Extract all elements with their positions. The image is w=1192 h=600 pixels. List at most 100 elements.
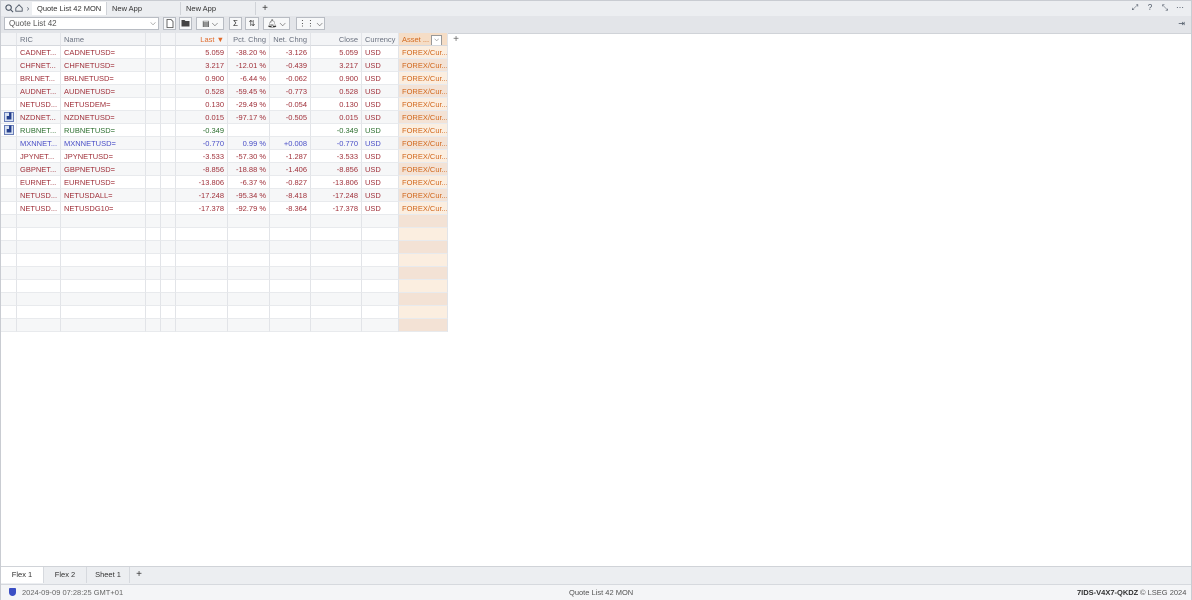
net-chng-cell[interactable]: -0.439 (270, 59, 311, 72)
ric-cell[interactable]: NETUSD... (17, 98, 61, 111)
close-cell[interactable]: 0.900 (311, 72, 362, 85)
header-currency[interactable]: Currency (362, 33, 399, 46)
table-row[interactable]: AUDNET... AUDNETUSD= 0.528 -59.45 % -0.773 0.… (1, 85, 448, 98)
ric-cell[interactable]: AUDNET... (17, 85, 61, 98)
pct-chng-cell[interactable]: -59.45 % (228, 85, 270, 98)
blank-cell[interactable] (146, 163, 161, 176)
icon-cell[interactable] (1, 228, 17, 241)
ric-cell[interactable]: RUBNET... (17, 124, 61, 137)
blank-cell[interactable] (146, 124, 161, 137)
last-cell[interactable]: -3.533 (176, 150, 228, 163)
name-cell[interactable]: RUBNETUSD= (61, 124, 146, 137)
last-cell[interactable]: -8.856 (176, 163, 228, 176)
empty-row[interactable] (1, 215, 448, 228)
chart-icon[interactable]: ▟ (4, 125, 14, 135)
pct-chng-cell[interactable] (228, 306, 270, 319)
pct-chng-cell[interactable]: -12.01 % (228, 59, 270, 72)
header-name[interactable]: Name (61, 33, 146, 46)
net-chng-cell[interactable]: -0.773 (270, 85, 311, 98)
net-chng-cell[interactable] (270, 124, 311, 137)
link-icon[interactable]: ⤢ (1130, 3, 1140, 13)
name-cell[interactable] (61, 241, 146, 254)
close-cell[interactable] (311, 293, 362, 306)
icon-cell[interactable] (1, 163, 17, 176)
net-chng-cell[interactable] (270, 267, 311, 280)
last-cell[interactable]: 0.900 (176, 72, 228, 85)
icon-cell[interactable] (1, 85, 17, 98)
pct-chng-cell[interactable]: -95.34 % (228, 189, 270, 202)
search-icon[interactable] (4, 3, 14, 13)
icon-cell[interactable]: ▟ (1, 124, 17, 137)
last-cell[interactable] (176, 228, 228, 241)
blank-cell[interactable] (161, 98, 176, 111)
ric-cell[interactable]: GBPNET... (17, 163, 61, 176)
blank-cell[interactable] (161, 306, 176, 319)
table-row[interactable]: ▟ NZDNET... NZDNETUSD= 0.015 -97.17 % -0.505 0… (1, 111, 448, 124)
name-cell[interactable]: BRLNETUSD= (61, 72, 146, 85)
table-row[interactable]: MXNNET... MXNNETUSD= -0.770 0.99 % +0.008 -0.… (1, 137, 448, 150)
ric-cell[interactable]: CHFNET... (17, 59, 61, 72)
asset-cell[interactable]: FOREX/Cur... (399, 98, 448, 111)
sheet-tab-flex-2[interactable]: Flex 2 (44, 567, 87, 583)
asset-cell[interactable] (399, 293, 448, 306)
add-column-button[interactable]: + (450, 33, 462, 46)
name-cell[interactable] (61, 306, 146, 319)
blank-cell[interactable] (146, 46, 161, 59)
header-close[interactable]: Close (311, 33, 362, 46)
ric-cell[interactable] (17, 228, 61, 241)
ric-cell[interactable] (17, 280, 61, 293)
close-cell[interactable] (311, 306, 362, 319)
last-cell[interactable] (176, 215, 228, 228)
name-cell[interactable] (61, 254, 146, 267)
net-chng-cell[interactable]: -3.126 (270, 46, 311, 59)
close-cell[interactable] (311, 241, 362, 254)
more-icon[interactable]: ⋯ (1175, 3, 1185, 13)
blank-cell[interactable] (146, 254, 161, 267)
icon-cell[interactable] (1, 46, 17, 59)
net-chng-cell[interactable] (270, 280, 311, 293)
empty-row[interactable] (1, 319, 448, 332)
name-cell[interactable]: NZDNETUSD= (61, 111, 146, 124)
asset-cell[interactable]: FOREX/Cur... (399, 150, 448, 163)
blank-cell[interactable] (161, 280, 176, 293)
icon-cell[interactable] (1, 267, 17, 280)
last-cell[interactable]: -0.770 (176, 137, 228, 150)
currency-cell[interactable] (362, 228, 399, 241)
close-cell[interactable]: -13.806 (311, 176, 362, 189)
blank-cell[interactable] (161, 137, 176, 150)
blank-cell[interactable] (161, 319, 176, 332)
close-cell[interactable]: -17.378 (311, 202, 362, 215)
name-cell[interactable] (61, 293, 146, 306)
blank-cell[interactable] (146, 150, 161, 163)
asset-cell[interactable]: FOREX/Cur... (399, 202, 448, 215)
blank-cell[interactable] (161, 124, 176, 137)
header-net-chng[interactable]: Net. Chng (270, 33, 311, 46)
empty-row[interactable] (1, 293, 448, 306)
pct-chng-cell[interactable]: -6.44 % (228, 72, 270, 85)
blank-cell[interactable] (146, 293, 161, 306)
sheet-tab-flex-1[interactable]: Flex 1 (1, 567, 44, 583)
close-cell[interactable]: -0.349 (311, 124, 362, 137)
currency-cell[interactable] (362, 306, 399, 319)
net-chng-cell[interactable] (270, 254, 311, 267)
currency-cell[interactable]: USD (362, 124, 399, 137)
last-cell[interactable] (176, 293, 228, 306)
last-cell[interactable]: 0.528 (176, 85, 228, 98)
net-chng-cell[interactable] (270, 241, 311, 254)
icon-cell[interactable] (1, 59, 17, 72)
icon-cell[interactable] (1, 215, 17, 228)
blank-cell[interactable] (146, 228, 161, 241)
net-chng-cell[interactable]: -8.418 (270, 189, 311, 202)
blank-cell[interactable] (161, 202, 176, 215)
blank-cell[interactable] (161, 228, 176, 241)
asset-cell[interactable]: FOREX/Cur... (399, 46, 448, 59)
ric-cell[interactable]: EURNET... (17, 176, 61, 189)
name-cell[interactable] (61, 215, 146, 228)
blank-cell[interactable] (146, 306, 161, 319)
asset-cell[interactable]: FOREX/Cur... (399, 111, 448, 124)
ric-cell[interactable] (17, 254, 61, 267)
ric-cell[interactable] (17, 306, 61, 319)
last-cell[interactable]: -17.248 (176, 189, 228, 202)
icon-cell[interactable]: ▟ (1, 111, 17, 124)
ric-cell[interactable]: JPYNET... (17, 150, 61, 163)
